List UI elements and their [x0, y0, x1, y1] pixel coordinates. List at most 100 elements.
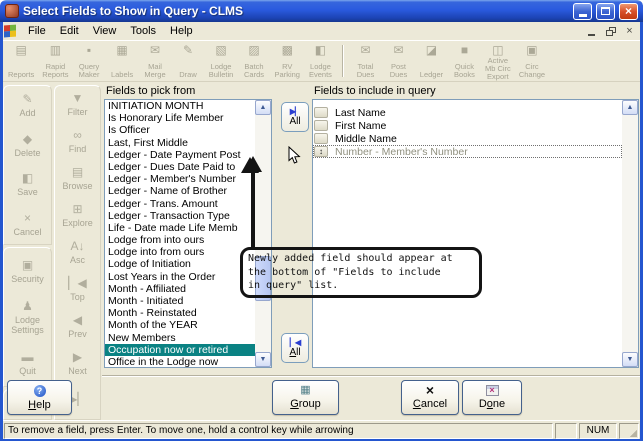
list-item[interactable]: Office in the Lodge now	[105, 356, 255, 367]
cancel-button[interactable]: × Cancel	[401, 380, 459, 415]
menu-edit[interactable]: Edit	[53, 24, 86, 38]
menu-help[interactable]: Help	[163, 24, 200, 38]
resize-grip[interactable]	[619, 423, 639, 439]
top-button[interactable]: ▏◀ Top	[55, 271, 100, 308]
include-row[interactable]: First Name	[313, 119, 622, 132]
prev-button[interactable]: ◀ Prev	[55, 308, 100, 345]
next-button[interactable]: ▶ Next	[55, 345, 100, 382]
security-button[interactable]: ▣ Security	[4, 248, 51, 294]
menu-view[interactable]: View	[86, 24, 124, 38]
done-button[interactable]: × Done	[462, 380, 522, 415]
list-item[interactable]: New Members	[105, 332, 255, 344]
include-row[interactable]: Middle Name	[313, 132, 622, 145]
include-list-scrollbar[interactable]: ▲ ▼	[622, 100, 638, 367]
move-all-right-button[interactable]: ▶▏ All	[281, 102, 309, 132]
quick-books-button[interactable]: ■ Quick Books	[448, 41, 481, 81]
include-list-rows: Last Name First Name Middle Name ↕ Numbe…	[313, 100, 622, 367]
row-grip-handle[interactable]	[314, 107, 328, 118]
list-item[interactable]: Ledger - Dues Date Paid to	[105, 161, 255, 173]
group-button[interactable]: ▦ Group	[272, 380, 339, 415]
query-maker-button[interactable]: ▪ Query Maker	[73, 41, 106, 81]
ledger-button[interactable]: ◪ Ledger	[415, 41, 448, 81]
toolbar-button-label: Draw	[179, 71, 197, 79]
save-button[interactable]: ◧ Save	[4, 165, 51, 205]
draw-button[interactable]: ✎ Draw	[172, 41, 205, 81]
rv-parking-button[interactable]: ▩ RV Parking	[271, 41, 304, 81]
scroll-down-icon[interactable]: ▼	[622, 352, 638, 367]
asc-button[interactable]: A↓ Asc	[55, 234, 100, 271]
delete-button[interactable]: ◆ Delete	[4, 126, 51, 166]
find-button[interactable]: ∞ Find	[55, 123, 100, 160]
mdi-restore-button[interactable]	[603, 25, 618, 38]
include-row[interactable]: ↕ Number - Member's Number	[313, 145, 622, 158]
list-item[interactable]: Ledger - Member's Number	[105, 173, 255, 185]
include-row[interactable]: Last Name	[313, 106, 622, 119]
list-item[interactable]: Occupation now or retired	[105, 344, 255, 356]
browse-button[interactable]: ▤ Browse	[55, 160, 100, 197]
scroll-up-icon[interactable]: ▲	[255, 100, 271, 115]
pick-list-items: INITIATION MONTHIs Honorary Life MemberI…	[105, 100, 255, 367]
lodge-events-button[interactable]: ◧ Lodge Events	[304, 41, 337, 81]
active-mb-circ-export-button[interactable]: ◫ Active Mb Circ Export	[481, 41, 515, 81]
circ-change-button[interactable]: ▣ Circ Change	[515, 41, 549, 81]
toolbar-button-label: Labels	[111, 71, 133, 79]
cancel-button[interactable]: × Cancel	[4, 205, 51, 245]
mail-merge-button[interactable]: ✉ Mail Merge	[139, 41, 172, 81]
list-item[interactable]: Last, First Middle	[105, 137, 255, 149]
list-item[interactable]: Lodge into from ours	[105, 246, 255, 258]
scroll-down-icon[interactable]: ▼	[255, 352, 271, 367]
list-item[interactable]: Lodge of Initiation	[105, 258, 255, 270]
list-item[interactable]: Lodge from into ours	[105, 234, 255, 246]
mdi-minimize-button[interactable]	[584, 25, 599, 38]
list-item[interactable]: Month - Initiated	[105, 295, 255, 307]
list-item[interactable]: Ledger - Trans. Amount	[105, 198, 255, 210]
menu-file[interactable]: File	[21, 24, 53, 38]
batch-cards-button[interactable]: ▨ Batch Cards	[238, 41, 271, 81]
mdi-minimize-icon	[588, 34, 595, 36]
total-dues-button[interactable]: ✉ Total Dues	[349, 41, 382, 81]
list-item[interactable]: INITIATION MONTH	[105, 100, 255, 112]
lodge-settings-button[interactable]: ♟ Lodge Settings	[4, 294, 51, 340]
list-item[interactable]: Ledger - Transaction Type	[105, 210, 255, 222]
rapid-reports-button[interactable]: ▥ Rapid Reports	[38, 41, 72, 81]
post-dues-button[interactable]: ✉ Post Dues	[382, 41, 415, 81]
list-item[interactable]: Is Officer	[105, 124, 255, 136]
list-item[interactable]: Life - Date made Life Memb	[105, 222, 255, 234]
done-icon: ×	[486, 385, 499, 396]
row-grip-handle[interactable]	[314, 120, 328, 131]
mdi-close-button[interactable]: ×	[622, 25, 637, 38]
fields-to-include-list[interactable]: Last Name First Name Middle Name ↕ Numbe…	[312, 99, 639, 368]
reports-button[interactable]: ▤ Reports	[4, 41, 38, 81]
scroll-up-icon[interactable]: ▲	[622, 100, 638, 115]
minimize-button[interactable]	[573, 3, 592, 20]
help-button[interactable]: ? Help	[7, 380, 72, 415]
list-item[interactable]: Ledger - Date Payment Post	[105, 149, 255, 161]
toolbar-button-label: Rapid Reports	[42, 63, 68, 79]
list-item[interactable]: Month - Affiliated	[105, 283, 255, 295]
find-icon: ∞	[73, 129, 82, 142]
move-all-left-button[interactable]: ▏◀ All	[281, 333, 309, 363]
maximize-button[interactable]	[596, 3, 615, 20]
add-button[interactable]: ✎ Add	[4, 86, 51, 126]
system-menu-icon[interactable]	[4, 25, 17, 38]
menu-tools[interactable]: Tools	[123, 24, 163, 38]
list-item[interactable]: Lost Years in the Order	[105, 271, 255, 283]
status-message: To remove a field, press Enter. To move …	[4, 423, 553, 439]
labels-button[interactable]: ▦ Labels	[106, 41, 139, 81]
footer-divider	[102, 375, 641, 377]
lodge-bulletin-button[interactable]: ▧ Lodge Bulletin	[205, 41, 238, 81]
sidebar-button-label: Find	[69, 144, 87, 154]
fields-to-pick-list[interactable]: INITIATION MONTHIs Honorary Life MemberI…	[104, 99, 272, 368]
lodge-settings-icon: ♟	[22, 300, 33, 313]
row-grip-handle[interactable]	[314, 133, 328, 144]
list-item[interactable]: Is Honorary Life Member	[105, 112, 255, 124]
pick-list-scrollbar[interactable]: ▲ ▼	[255, 100, 271, 367]
list-item[interactable]: Month - Reinstated	[105, 307, 255, 319]
explore-button[interactable]: ⊞ Explore	[55, 197, 100, 234]
list-item[interactable]: Month of the YEAR	[105, 319, 255, 331]
list-item[interactable]: Ledger - Name of Brother	[105, 185, 255, 197]
filter-button[interactable]: ▼ Filter	[55, 86, 100, 123]
row-grip-handle[interactable]: ↕	[314, 146, 328, 157]
security-icon: ▣	[22, 259, 33, 272]
close-button[interactable]: ×	[619, 3, 638, 20]
